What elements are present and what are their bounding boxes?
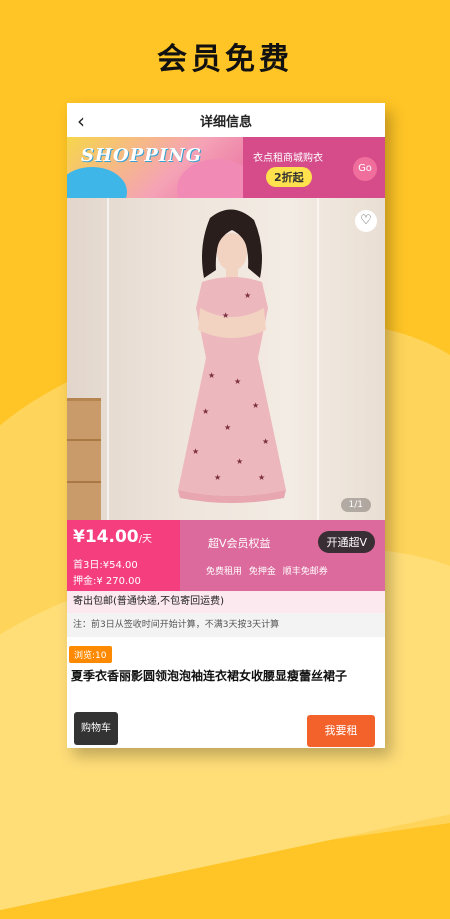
- open-vip-button[interactable]: 开通超V: [318, 531, 375, 553]
- views-badge: 浏览:10: [69, 646, 112, 663]
- page-title: 详细信息: [199, 115, 252, 130]
- phone-screen: ‹ 详细信息 SHOPPING 衣点租商城购衣 2折起 Go ★ ★ ★ ★ ★…: [67, 103, 385, 748]
- svg-text:★: ★: [208, 371, 215, 380]
- svg-text:★: ★: [222, 311, 229, 320]
- navbar: ‹ 详细信息: [67, 103, 385, 137]
- shelf-line: [67, 481, 101, 483]
- rent-button[interactable]: 我要租: [307, 715, 375, 747]
- shipping-info: 寄出包邮(普通快递,不包寄回运费): [67, 591, 385, 613]
- first-days-price: 首3日:¥54.00: [73, 560, 138, 571]
- price-block: ¥14.00/天 首3日:¥54.00 押金:¥ 270.00: [67, 520, 180, 591]
- wall-panel-line: [107, 198, 109, 520]
- deposit-price: 押金:¥ 270.00: [73, 576, 141, 587]
- promo-title: 会员免费: [157, 42, 293, 77]
- banner-artwork: SHOPPING: [67, 137, 243, 198]
- go-button[interactable]: Go: [353, 157, 377, 181]
- svg-text:★: ★: [236, 457, 243, 466]
- daily-price-value: ¥14.00: [73, 527, 139, 547]
- wall-panel-line: [317, 198, 319, 520]
- favorite-heart-icon[interactable]: ♡: [355, 210, 377, 232]
- product-title: 夏季衣香丽影圆领泡泡袖连衣裙女收腰显瘦蕾丝裙子: [71, 669, 348, 683]
- svg-text:★: ★: [252, 401, 259, 410]
- cart-button[interactable]: 购物车: [74, 712, 118, 745]
- product-image[interactable]: ★ ★ ★ ★ ★ ★ ★ ★ ★ ★ ★ ★ ♡ 1/1: [67, 198, 385, 520]
- shelf-line: [67, 439, 101, 441]
- vip-perks: 免费租用 免押金 顺丰免邮券: [206, 567, 328, 577]
- vip-title: 超V会员权益: [208, 537, 271, 550]
- daily-price-unit: /天: [138, 534, 152, 545]
- svg-text:★: ★: [224, 423, 231, 432]
- price-row: ¥14.00/天 首3日:¥54.00 押金:¥ 270.00 超V会员权益 开…: [67, 520, 385, 591]
- model-figure: ★ ★ ★ ★ ★ ★ ★ ★ ★ ★ ★ ★: [178, 209, 286, 503]
- svg-text:★: ★: [262, 437, 269, 446]
- svg-text:★: ★: [244, 291, 251, 300]
- banner-promo: 衣点租商城购衣 2折起 Go: [243, 137, 385, 198]
- shopping-banner[interactable]: SHOPPING 衣点租商城购衣 2折起 Go: [67, 137, 385, 198]
- svg-text:★: ★: [202, 407, 209, 416]
- rental-note: 注：前3日从签收时间开始计算，不满3天按3天计算: [67, 613, 385, 637]
- image-page-indicator: 1/1: [340, 498, 371, 512]
- discount-badge: 2折起: [266, 167, 312, 187]
- wooden-shelf: [67, 398, 101, 520]
- banner-blob-blue: [67, 167, 127, 198]
- vip-benefits: 超V会员权益 开通超V 免费租用 免押金 顺丰免邮券: [180, 520, 385, 591]
- svg-text:★: ★: [214, 473, 221, 482]
- daily-price: ¥14.00/天: [73, 527, 152, 547]
- banner-shopping-text: SHOPPING: [81, 145, 203, 166]
- svg-text:★: ★: [234, 377, 241, 386]
- svg-text:★: ★: [258, 473, 265, 482]
- svg-text:★: ★: [192, 447, 199, 456]
- banner-text: 衣点租商城购衣: [253, 153, 323, 164]
